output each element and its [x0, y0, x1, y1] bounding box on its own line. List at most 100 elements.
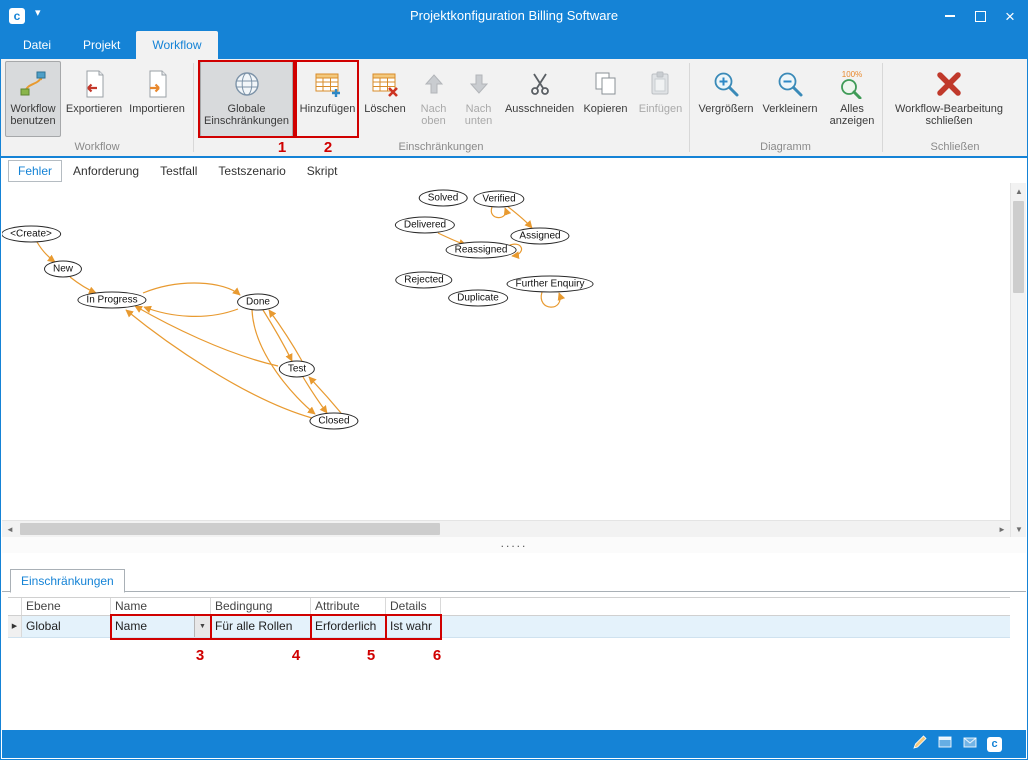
- zoom-in-button[interactable]: Vergrößern: [695, 61, 757, 137]
- diagram-node-in-progress[interactable]: In Progress: [77, 292, 146, 309]
- zoom-100-icon: 100%: [835, 67, 869, 101]
- column-header-attribute[interactable]: Attribute: [311, 598, 386, 615]
- paste-label: Einfügen: [639, 103, 682, 115]
- ribbon: Workflow benutzen Exportieren Importiere…: [1, 59, 1027, 157]
- grid-header-row: Ebene Name Bedingung Attribute Details: [8, 597, 1010, 616]
- export-icon: [79, 67, 109, 101]
- minimize-button[interactable]: [935, 1, 965, 31]
- table-add-icon: [313, 67, 343, 101]
- workflow-icon: [18, 67, 48, 101]
- cell-details[interactable]: Ist wahr: [386, 616, 441, 637]
- column-header-ebene[interactable]: Ebene: [22, 598, 111, 615]
- row-filler: [441, 616, 1010, 637]
- zoom-in-icon: [711, 67, 741, 101]
- move-down-button[interactable]: Nach unten: [457, 61, 500, 137]
- horizontal-scrollbar[interactable]: ◄ ►: [2, 520, 1010, 537]
- column-header-name[interactable]: Name: [111, 598, 211, 615]
- diagram-node-test[interactable]: Test: [279, 361, 315, 378]
- diagram-node-done[interactable]: Done: [237, 294, 279, 311]
- clipboard-paste-icon: [647, 67, 675, 101]
- down-arrow-icon: [466, 67, 492, 101]
- diagram-node-delivered[interactable]: Delivered: [395, 217, 455, 234]
- diagram-node-duplicate[interactable]: Duplicate: [448, 290, 508, 307]
- window-status-icon[interactable]: [937, 734, 953, 755]
- globe-icon: [232, 67, 262, 101]
- tab-fehler[interactable]: Fehler: [8, 160, 62, 182]
- diagram-node-verified[interactable]: Verified: [473, 191, 524, 208]
- group-label-einschraenkungen: Einschränkungen: [193, 141, 689, 155]
- zoom-in-label: Vergrößern: [698, 103, 753, 115]
- diagram-node-new[interactable]: New: [44, 261, 82, 278]
- cell-name-combobox[interactable]: Name ▼: [111, 616, 211, 637]
- diagram-node-reassigned[interactable]: Reassigned: [446, 242, 517, 259]
- diagram-node-solved[interactable]: Solved: [419, 190, 468, 207]
- diagram-node-assigned[interactable]: Assigned: [510, 228, 569, 245]
- move-up-label: Nach oben: [413, 103, 454, 127]
- paste-button[interactable]: Einfügen: [636, 61, 685, 137]
- zoom-out-icon: [775, 67, 805, 101]
- scroll-down-icon[interactable]: ▼: [1011, 521, 1027, 537]
- diagram-node-further-enquiry[interactable]: Further Enquiry: [507, 276, 594, 293]
- scissors-icon: [526, 67, 554, 101]
- delete-constraint-label: Löschen: [364, 103, 406, 115]
- ribbon-separator: [882, 63, 883, 152]
- show-all-button[interactable]: 100% Alles anzeigen: [823, 61, 881, 137]
- panel-tab-divider: [2, 591, 1026, 592]
- diagram-edges: [2, 183, 1012, 520]
- use-workflow-button[interactable]: Workflow benutzen: [5, 61, 61, 137]
- tab-testszenario[interactable]: Testszenario: [208, 160, 295, 182]
- cell-bedingung[interactable]: Für alle Rollen: [211, 616, 311, 637]
- constraints-panel: Einschränkungen Ebene Name Bedingung Att…: [2, 553, 1026, 732]
- ribbon-separator: [689, 63, 690, 152]
- diagram-node-closed[interactable]: Closed: [309, 413, 358, 430]
- column-header-details[interactable]: Details: [386, 598, 441, 615]
- export-button[interactable]: Exportieren: [64, 61, 124, 137]
- pencil-icon[interactable]: [912, 734, 928, 755]
- add-constraint-label: Hinzufügen: [300, 103, 356, 115]
- copy-icon: [592, 67, 620, 101]
- zoom-out-button[interactable]: Verkleinern: [759, 61, 821, 137]
- tab-einschraenkungen[interactable]: Einschränkungen: [10, 569, 125, 593]
- cut-button[interactable]: Ausschneiden: [504, 61, 575, 137]
- app-logo-small-icon[interactable]: c: [987, 737, 1002, 752]
- import-button[interactable]: Importieren: [127, 61, 187, 137]
- horizontal-scroll-thumb[interactable]: [20, 523, 440, 535]
- vertical-scrollbar[interactable]: ▲ ▼: [1010, 183, 1026, 537]
- maximize-button[interactable]: [965, 1, 995, 31]
- scroll-up-icon[interactable]: ▲: [1011, 183, 1027, 199]
- close-workflow-editing-button[interactable]: Workflow-Bearbeitung schließen: [887, 61, 1011, 137]
- menu-tab-projekt[interactable]: Projekt: [67, 31, 136, 59]
- tab-anforderung[interactable]: Anforderung: [63, 160, 149, 182]
- import-icon: [142, 67, 172, 101]
- copy-button[interactable]: Kopieren: [578, 61, 633, 137]
- add-constraint-button[interactable]: Hinzufügen: [297, 61, 358, 137]
- up-arrow-icon: [421, 67, 447, 101]
- tab-testfall[interactable]: Testfall: [150, 160, 207, 182]
- workflow-diagram-canvas[interactable]: <Create> New In Progress Done Test Close…: [2, 183, 1012, 520]
- diagram-node-rejected[interactable]: Rejected: [395, 272, 452, 289]
- global-constraints-label: Globale Einschränkungen: [201, 103, 292, 127]
- cell-ebene[interactable]: Global: [22, 616, 111, 637]
- scroll-left-icon[interactable]: ◄: [2, 521, 18, 537]
- tab-skript[interactable]: Skript: [297, 160, 348, 182]
- global-constraints-button[interactable]: Globale Einschränkungen: [200, 61, 293, 137]
- grid-header-selector: [8, 598, 22, 615]
- combobox-dropdown-icon[interactable]: ▼: [194, 616, 210, 637]
- column-header-bedingung[interactable]: Bedingung: [211, 598, 311, 615]
- menu-tab-workflow[interactable]: Workflow: [136, 31, 217, 59]
- vertical-scroll-thumb[interactable]: [1013, 201, 1024, 293]
- cell-attribute[interactable]: Erforderlich: [311, 616, 386, 637]
- scroll-right-icon[interactable]: ►: [994, 521, 1010, 537]
- panel-splitter[interactable]: .....: [2, 537, 1026, 553]
- row-selector: ▶: [8, 616, 22, 637]
- delete-constraint-button[interactable]: Löschen: [361, 61, 409, 137]
- group-label-diagramm: Diagramm: [689, 141, 882, 155]
- svg-text:100%: 100%: [842, 70, 862, 79]
- mail-icon[interactable]: [962, 734, 978, 755]
- move-up-button[interactable]: Nach oben: [412, 61, 455, 137]
- document-tabbar: Fehler Anforderung Testfall Testszenario…: [1, 156, 1027, 183]
- menu-tab-datei[interactable]: Datei: [7, 31, 67, 59]
- close-button[interactable]: ×: [995, 1, 1025, 31]
- table-row[interactable]: ▶ Global Name ▼ Für alle Rollen Erforder…: [8, 616, 1010, 638]
- diagram-node-create[interactable]: <Create>: [2, 226, 61, 243]
